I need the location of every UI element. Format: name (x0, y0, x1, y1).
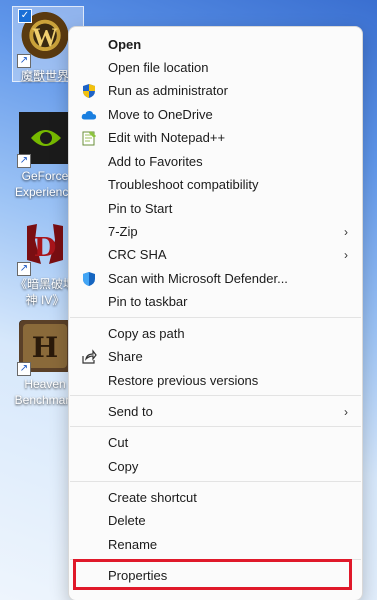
menu-item-label: Copy as path (108, 326, 185, 341)
menu-separator (70, 395, 361, 396)
menu-item-label: Delete (108, 513, 146, 528)
menu-item-label: Share (108, 349, 143, 364)
menu-item-label: Restore previous versions (108, 373, 259, 388)
nvidia-icon: ↗ (17, 112, 71, 168)
share-icon (81, 348, 97, 365)
diablo-icon: D ↗ (17, 220, 71, 276)
context-menu: Open Open file location Run as administr… (68, 26, 363, 600)
menu-item-cut[interactable]: Cut (69, 431, 362, 454)
shortcut-arrow-icon: ↗ (17, 54, 31, 68)
menu-item-run-as-admin[interactable]: Run as administrator (69, 79, 362, 102)
menu-item-label: 7-Zip (108, 224, 138, 239)
menu-item-label: CRC SHA (108, 247, 167, 262)
menu-item-label: Troubleshoot compatibility (108, 177, 259, 192)
notepad-plus-plus-icon (81, 130, 97, 146)
menu-item-label: Rename (108, 537, 158, 552)
menu-item-move-to-onedrive[interactable]: Move to OneDrive (69, 103, 362, 126)
menu-item-add-to-favorites[interactable]: Add to Favorites (69, 150, 362, 173)
chevron-right-icon: › (344, 247, 348, 262)
menu-item-label: Pin to taskbar (108, 294, 188, 309)
menu-item-label: Send to (108, 404, 153, 419)
menu-separator (70, 481, 361, 482)
properties-highlight-box (73, 559, 352, 590)
selection-checkbox[interactable]: ✓ (18, 9, 32, 23)
menu-item-edit-notepadpp[interactable]: Edit with Notepad++ (69, 126, 362, 149)
chevron-right-icon: › (344, 224, 348, 239)
shield-icon (81, 83, 97, 99)
menu-item-label: Run as administrator (108, 83, 228, 98)
menu-item-label: Open file location (108, 60, 209, 75)
menu-item-pin-to-start[interactable]: Pin to Start (69, 197, 362, 220)
chevron-right-icon: › (344, 404, 348, 419)
menu-item-copy-as-path[interactable]: Copy as path (69, 322, 362, 345)
menu-item-label: Edit with Notepad++ (108, 130, 226, 145)
menu-item-label: Cut (108, 435, 129, 450)
menu-separator (70, 317, 361, 318)
menu-item-share[interactable]: Share (69, 345, 362, 368)
menu-item-troubleshoot[interactable]: Troubleshoot compatibility (69, 173, 362, 196)
menu-item-crc-sha[interactable]: CRC SHA › (69, 243, 362, 266)
menu-item-label: Copy (108, 459, 139, 474)
menu-item-open-file-location[interactable]: Open file location (69, 56, 362, 79)
menu-item-copy[interactable]: Copy (69, 455, 362, 478)
svg-text:D: D (34, 233, 57, 263)
heaven-icon: H ↗ (17, 320, 71, 376)
menu-item-send-to[interactable]: Send to › (69, 400, 362, 423)
menu-item-open[interactable]: Open (69, 33, 362, 56)
menu-item-7zip[interactable]: 7-Zip › (69, 220, 362, 243)
shortcut-arrow-icon: ↗ (17, 362, 31, 376)
svg-text:H: H (32, 331, 58, 364)
menu-item-label: Scan with Microsoft Defender... (108, 271, 288, 286)
menu-item-label: Create shortcut (108, 490, 197, 505)
onedrive-cloud-icon (81, 107, 97, 123)
menu-item-label: Move to OneDrive (108, 107, 213, 122)
defender-shield-icon (81, 271, 97, 287)
menu-item-restore-previous[interactable]: Restore previous versions (69, 369, 362, 392)
shortcut-arrow-icon: ↗ (17, 154, 31, 168)
menu-item-pin-to-taskbar[interactable]: Pin to taskbar (69, 290, 362, 313)
menu-item-label: Open (108, 37, 142, 52)
menu-item-label: Add to Favorites (108, 154, 203, 169)
menu-item-create-shortcut[interactable]: Create shortcut (69, 486, 362, 509)
shortcut-arrow-icon: ↗ (17, 262, 31, 276)
menu-separator (70, 426, 361, 427)
menu-item-delete[interactable]: Delete (69, 509, 362, 532)
menu-item-label: Pin to Start (108, 201, 173, 216)
menu-item-scan-defender[interactable]: Scan with Microsoft Defender... (69, 267, 362, 290)
menu-item-rename[interactable]: Rename (69, 533, 362, 556)
